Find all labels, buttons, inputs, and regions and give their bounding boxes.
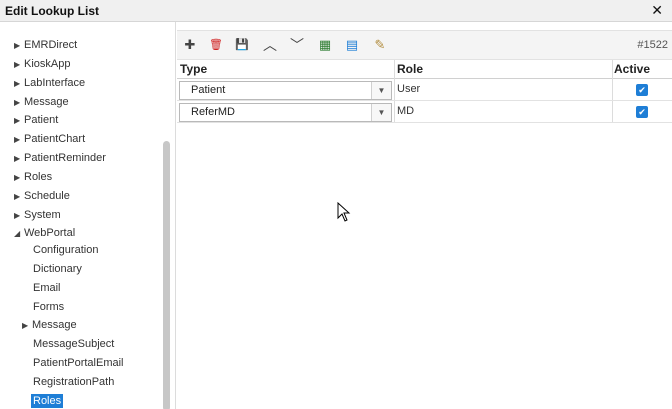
tree-item-patient[interactable]: ▶ Patient — [14, 112, 58, 128]
expand-arrow-icon[interactable]: ▶ — [14, 76, 24, 92]
expand-arrow-icon[interactable]: ▶ — [14, 113, 24, 129]
tree-item-webportal-roles[interactable]: Roles — [31, 393, 64, 409]
column-header-type[interactable]: Type — [180, 62, 207, 76]
notes-icon[interactable]: ✎ — [372, 37, 388, 53]
tree-item-patientportalemail[interactable]: PatientPortalEmail — [33, 355, 124, 371]
expand-arrow-icon[interactable]: ▶ — [22, 318, 32, 334]
add-icon[interactable]: ✚ — [182, 37, 198, 53]
move-down-icon[interactable]: ﹀ — [289, 37, 305, 53]
type-dropdown[interactable]: Patient ▼ — [179, 81, 392, 100]
mouse-cursor-icon — [337, 202, 351, 222]
close-icon[interactable]: ✕ — [651, 2, 663, 19]
expand-arrow-icon[interactable]: ▶ — [14, 132, 24, 148]
lookup-tree: ▶ EMRDirect ▶ KioskApp ▶ LabInterface ▶ Mess… — [0, 22, 176, 409]
move-up-icon[interactable]: ︿ — [262, 37, 278, 53]
tree-item-roles[interactable]: ▶ Roles — [14, 169, 52, 185]
table-row[interactable]: Patient ▼ User ✔ — [177, 80, 672, 101]
record-count: #1522 — [637, 39, 668, 51]
expand-arrow-icon[interactable]: ▶ — [14, 95, 24, 111]
tree-item-forms[interactable]: Forms — [33, 299, 64, 315]
tree-item-patientchart[interactable]: ▶ PatientChart — [14, 131, 85, 147]
expand-arrow-icon[interactable]: ▶ — [14, 57, 24, 73]
table-row[interactable]: ReferMD ▼ MD ✔ — [177, 102, 672, 123]
tree-item-system[interactable]: ▶ System — [14, 207, 61, 223]
expand-arrow-icon[interactable]: ▶ — [14, 170, 24, 186]
tree-item-kioskapp[interactable]: ▶ KioskApp — [14, 56, 70, 72]
tree-item-patientreminder[interactable]: ▶ PatientReminder — [14, 150, 106, 166]
tree-item-configuration[interactable]: Configuration — [33, 242, 98, 258]
chevron-down-icon[interactable]: ▼ — [371, 82, 391, 99]
save-icon[interactable]: 💾 — [234, 37, 250, 53]
active-checkbox[interactable]: ✔ — [636, 106, 648, 118]
tree-item-schedule[interactable]: ▶ Schedule — [14, 188, 70, 204]
expand-arrow-icon[interactable]: ▶ — [14, 208, 24, 224]
expand-arrow-icon[interactable]: ▶ — [14, 189, 24, 205]
column-header-active[interactable]: Active — [614, 62, 650, 76]
grid-header: Type Role Active — [177, 60, 672, 79]
tree-item-emrdirect[interactable]: ▶ EMRDirect — [14, 37, 77, 53]
expand-arrow-icon[interactable]: ▶ — [14, 151, 24, 167]
tree-item-registrationpath[interactable]: RegistrationPath — [33, 374, 114, 390]
chevron-down-icon[interactable]: ▼ — [371, 104, 391, 121]
tree-item-message[interactable]: ▶ Message — [14, 94, 69, 110]
grid-toolbar: ✚ 🗑 💾 ︿ ﹀ ▦ ▤ ✎ #1522 — [177, 30, 672, 60]
column-header-role[interactable]: Role — [397, 62, 423, 76]
window-title: Edit Lookup List — [5, 4, 99, 18]
delete-icon[interactable]: 🗑 — [208, 37, 224, 53]
role-cell[interactable]: User — [397, 83, 420, 95]
collapse-arrow-icon[interactable]: ◢ — [14, 226, 24, 242]
tree-item-messagesubject[interactable]: MessageSubject — [33, 336, 114, 352]
active-checkbox[interactable]: ✔ — [636, 84, 648, 96]
title-bar: Edit Lookup List ✕ — [0, 0, 672, 22]
tree-item-email[interactable]: Email — [33, 280, 61, 296]
sidebar-scrollbar[interactable] — [163, 141, 170, 409]
tree-item-labinterface[interactable]: ▶ LabInterface — [14, 75, 85, 91]
role-cell[interactable]: MD — [397, 105, 414, 117]
excel-export-icon[interactable]: ▦ — [317, 37, 333, 53]
main-panel: ✚ 🗑 💾 ︿ ﹀ ▦ ▤ ✎ #1522 Type Role Active P… — [177, 22, 672, 409]
import-icon[interactable]: ▤ — [344, 37, 360, 53]
tree-item-dictionary[interactable]: Dictionary — [33, 261, 82, 277]
type-dropdown[interactable]: ReferMD ▼ — [179, 103, 392, 122]
tree-item-webportal[interactable]: ◢ WebPortal — [14, 225, 75, 241]
expand-arrow-icon[interactable]: ▶ — [14, 38, 24, 54]
tree-item-webportal-message[interactable]: ▶ Message — [22, 317, 77, 333]
